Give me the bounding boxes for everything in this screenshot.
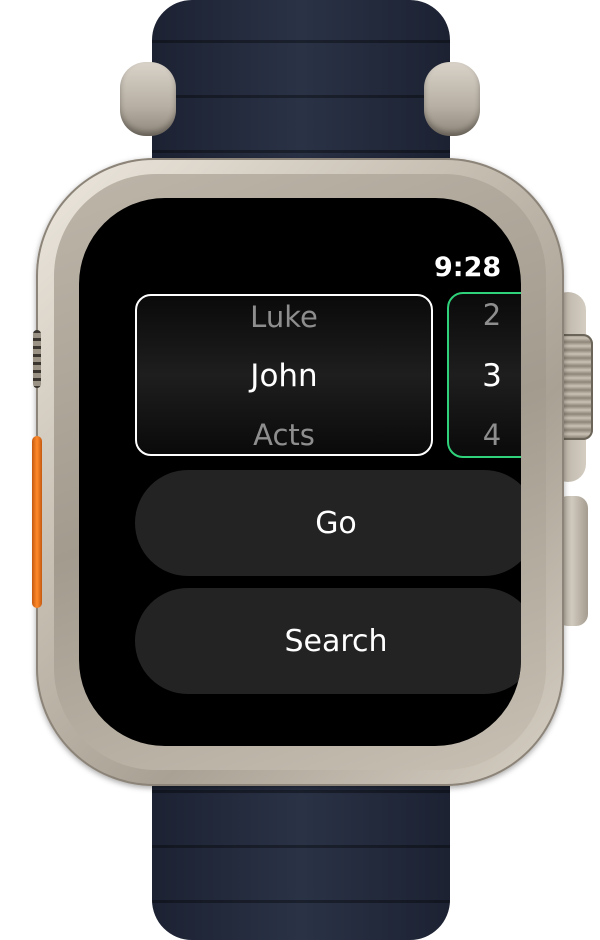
chapter-picker-item-selected[interactable]: 3 xyxy=(449,358,521,394)
book-picker-item-next[interactable]: Acts xyxy=(137,418,431,452)
search-button[interactable]: Search xyxy=(135,588,521,694)
chapter-picker-item-next[interactable]: 4 xyxy=(449,418,521,452)
band-lug-right xyxy=(424,62,480,136)
status-time: 9:28 xyxy=(434,252,502,283)
band-lug-left xyxy=(120,62,176,136)
book-picker[interactable]: Luke John Acts xyxy=(135,294,433,456)
chapter-picker[interactable]: 2 3 4 xyxy=(447,292,521,458)
go-button[interactable]: Go xyxy=(135,470,521,576)
book-picker-item-selected[interactable]: John xyxy=(137,358,431,394)
watch-screen: 9:28 Luke John Acts 2 3 4 Go Search xyxy=(79,198,521,746)
chapter-picker-item-prev[interactable]: 2 xyxy=(449,298,521,332)
action-button[interactable] xyxy=(32,436,42,608)
book-picker-item-prev[interactable]: Luke xyxy=(137,300,431,334)
apple-watch-frame: 9:28 Luke John Acts 2 3 4 Go Search xyxy=(0,0,600,940)
watch-case: 9:28 Luke John Acts 2 3 4 Go Search xyxy=(36,158,564,786)
speaker-grille xyxy=(33,330,41,388)
